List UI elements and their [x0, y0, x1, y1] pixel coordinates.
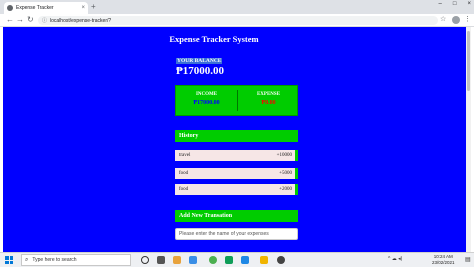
page-scrollbar[interactable] — [466, 27, 471, 252]
browser-tab[interactable]: Expense Tracker × — [4, 2, 88, 14]
mail-icon[interactable] — [189, 256, 197, 264]
expense-name-input[interactable] — [175, 228, 298, 240]
maximize-icon[interactable]: □ — [453, 1, 457, 7]
notification-icon[interactable]: ▤ — [465, 256, 471, 263]
back-icon[interactable]: ← — [6, 15, 14, 25]
forward-icon[interactable]: → — [16, 15, 24, 25]
cortana-icon[interactable] — [141, 256, 149, 264]
page-title: Expense Tracker System — [169, 34, 259, 44]
expense-label: EXPENSE — [256, 92, 281, 97]
minimize-icon[interactable]: – — [439, 1, 442, 7]
taskbar-search[interactable]: ⌕ Type here to search — [21, 254, 131, 266]
history-item-name: food — [179, 187, 189, 192]
address-bar[interactable]: ⓘ localhost/expense-tracker/? — [38, 16, 438, 25]
info-icon[interactable]: ⓘ — [42, 17, 47, 24]
tab-close-icon[interactable]: × — [81, 5, 85, 11]
system-tray-icons[interactable]: ^ ☁ ◂) — [388, 256, 402, 262]
income-label: INCOME — [195, 92, 218, 97]
expense-value: ₱0.00 — [261, 100, 276, 106]
search-icon: ⌕ — [25, 256, 29, 263]
scrollbar-thumb[interactable] — [467, 31, 470, 91]
tab-title: Expense Tracker — [16, 5, 54, 11]
windows-start-icon[interactable] — [5, 256, 13, 264]
history-row[interactable]: food +2000 — [175, 184, 298, 195]
history-row[interactable]: food +5000 — [175, 168, 298, 179]
history-item-amount: +5000 — [279, 171, 292, 176]
new-tab-button[interactable]: + — [91, 2, 96, 12]
income-value: ₱17000.00 — [193, 100, 220, 106]
history-item-amount: +10000 — [276, 153, 292, 158]
bookmark-star-icon[interactable]: ☆ — [440, 15, 446, 23]
taskbar: ⌕ Type here to search ^ ☁ ◂) 10:24 AM 23… — [0, 252, 474, 267]
address-url: localhost/expense-tracker/? — [50, 17, 112, 24]
taskbar-search-placeholder: Type here to search — [32, 257, 77, 263]
expense-panel: EXPENSE ₱0.00 — [238, 86, 299, 115]
globe-icon — [7, 5, 13, 11]
app-icon-blue[interactable] — [241, 256, 249, 264]
balance-amount: ₱17000.00 — [176, 65, 224, 77]
history-header: History — [175, 130, 298, 142]
clock-date: 23/02/2021 — [432, 260, 455, 265]
app-icon-dark[interactable] — [277, 256, 285, 264]
file-explorer-icon[interactable] — [173, 256, 181, 264]
browser-toolbar: ← → ↻ ⓘ localhost/expense-tracker/? ☆ ⋮ — [0, 14, 474, 27]
browser-tabstrip: Expense Tracker × + – □ × — [0, 0, 474, 14]
balance-label: YOUR BALANCE — [176, 58, 223, 64]
add-transaction-header: Add New Transation — [175, 210, 298, 222]
history-item-name: travel — [179, 153, 191, 158]
app-icon-yellow[interactable] — [260, 256, 268, 264]
task-view-icon[interactable] — [157, 256, 165, 264]
history-row[interactable]: travel +10000 — [175, 150, 298, 161]
reload-icon[interactable]: ↻ — [27, 15, 34, 25]
income-panel: INCOME ₱17000.00 — [176, 86, 237, 115]
history-item-amount: +2000 — [279, 187, 292, 192]
profile-avatar[interactable] — [452, 16, 460, 24]
browser-menu-icon[interactable]: ⋮ — [464, 15, 471, 23]
window-controls: – □ × — [439, 1, 471, 7]
app-icon-green[interactable] — [225, 256, 233, 264]
income-expense-summary: INCOME ₱17000.00 EXPENSE ₱0.00 — [175, 85, 298, 116]
taskbar-clock[interactable]: 10:24 AM 23/02/2021 — [432, 254, 455, 266]
chrome-icon[interactable] — [209, 256, 217, 264]
page-viewport: Expense Tracker System YOUR BALANCE ₱170… — [3, 27, 471, 252]
history-item-name: food — [179, 171, 189, 176]
close-window-icon[interactable]: × — [467, 1, 471, 7]
